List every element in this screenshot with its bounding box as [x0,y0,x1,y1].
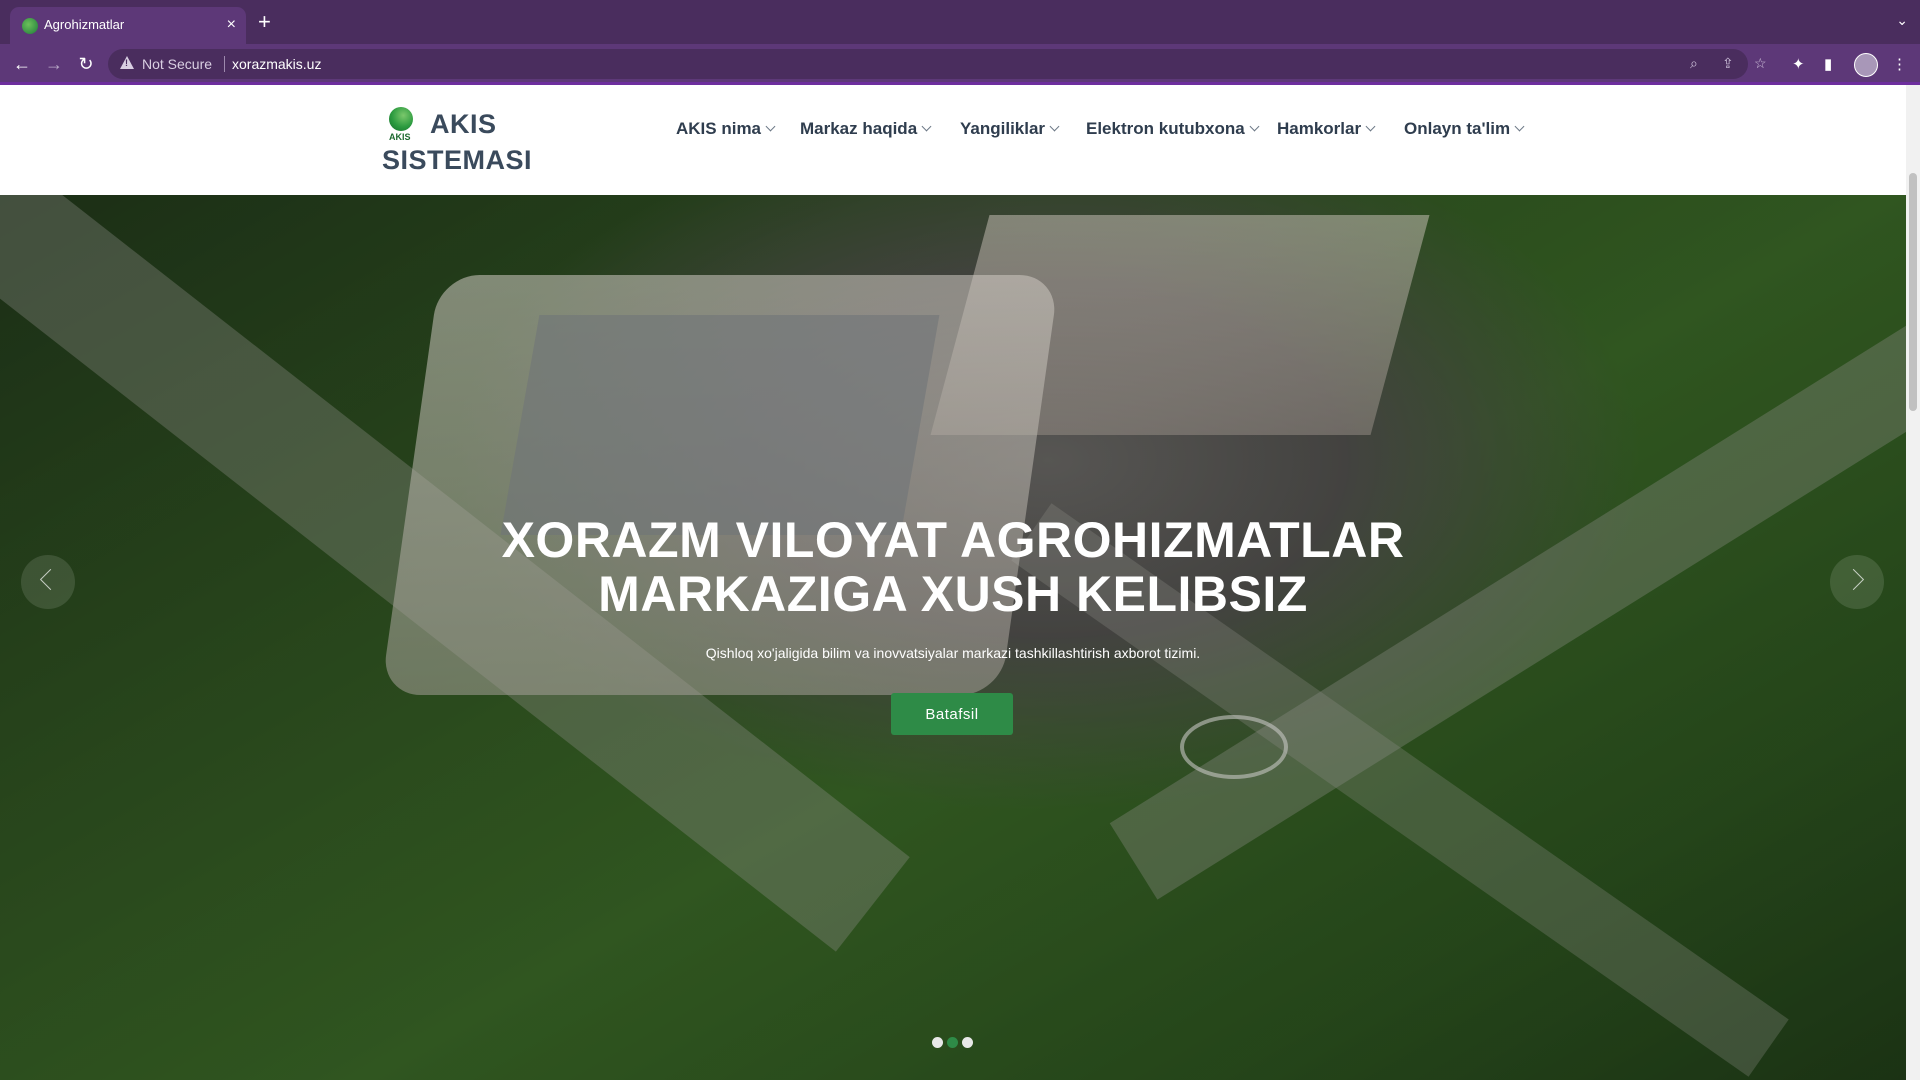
nav-item-hamkorlar[interactable]: Hamkorlar [1277,119,1376,139]
nav-item-label: AKIS nima [676,119,762,138]
bookmark-star-icon[interactable]: ☆ [1754,55,1767,72]
details-button[interactable]: Batafsil [891,693,1013,735]
logo-title-line2: SISTEMASI [382,145,533,175]
chevron-down-icon [1049,121,1060,132]
site-header: AKIS AKIS SISTEMASI AKIS nima Markaz haq… [0,85,1906,195]
share-icon[interactable]: ⇪ [1722,55,1734,72]
browser-tab-bar: Agrohizmatlar × + ⌄ [0,0,1920,44]
url-text[interactable]: xorazmakis.uz [232,56,321,72]
warning-icon [120,56,134,69]
hero-title: XORAZM VILOYAT AGROHIZMATLAR MARKAZIGA X… [0,513,1906,621]
reload-icon[interactable]: ↻ [74,52,98,76]
extensions-icon[interactable]: ✦ [1792,55,1805,73]
site-logo[interactable]: AKIS AKIS SISTEMASI [382,105,542,175]
new-tab-button[interactable]: + [258,11,271,33]
nav-item-label: Elektron kutubxona [1086,119,1245,138]
close-tab-icon[interactable]: × [227,15,236,35]
nav-item-label: Onlayn ta'lim [1404,119,1511,138]
hero-title-line2: MARKAZIGA XUSH KELIBSIZ [598,566,1308,622]
hero-subtitle: Qishloq xo'jaligida bilim va inovvatsiya… [705,645,1201,661]
back-arrow-icon[interactable]: ← [10,52,34,76]
address-bar[interactable]: Not Secure xorazmakis.uz ⌕ ⇪ ☆ [108,49,1767,79]
tab-title: Agrohizmatlar [44,17,125,32]
zoom-icon[interactable]: ⌕ [1690,55,1698,72]
nav-item-markaz-haqida[interactable]: Markaz haqida [800,119,932,139]
chevron-left-icon [39,568,62,591]
nav-item-label: Hamkorlar [1277,119,1362,138]
hero-slider: XORAZM VILOYAT AGROHIZMATLAR MARKAZIGA X… [0,195,1906,1080]
nav-item-akis-nima[interactable]: AKIS nima [676,119,776,139]
site-favicon-icon [22,18,38,34]
slider-dot-1[interactable] [932,1037,943,1048]
nav-item-label: Markaz haqida [800,119,918,138]
page-scrollbar[interactable] [1906,85,1920,1080]
chevron-down-icon[interactable]: ⌄ [1896,12,1908,29]
logo-leaf-shape [389,107,413,131]
forward-arrow-icon[interactable]: → [42,52,66,76]
browser-tab[interactable]: Agrohizmatlar × [10,7,246,44]
browser-toolbar: ← → ↻ Not Secure xorazmakis.uz ⌕ ⇪ ☆ ✦ ▮… [0,44,1920,84]
chevron-down-icon [1365,121,1376,132]
chevron-down-icon [921,121,932,132]
nav-item-label: Yangiliklar [960,119,1046,138]
side-panel-icon[interactable]: ▮ [1824,55,1832,73]
slider-prev-arrow-icon[interactable] [21,555,75,609]
hero-title-line1: XORAZM VILOYAT AGROHIZMATLAR [501,512,1405,568]
chevron-right-icon [1842,568,1865,591]
web-page: AKIS AKIS SISTEMASI AKIS nima Markaz haq… [0,85,1906,1080]
slider-dot-3[interactable] [962,1037,973,1048]
logo-leaf-icon: AKIS [386,105,416,145]
divider [224,56,225,72]
security-status[interactable]: Not Secure [142,56,212,72]
logo-title-line1: AKIS [430,109,497,139]
profile-avatar[interactable] [1854,53,1878,77]
chevron-down-icon [1249,121,1260,132]
chevron-down-icon [1514,121,1525,132]
logo-small-text: AKIS [389,132,411,142]
browser-menu-icon[interactable]: ⋮ [1892,55,1907,73]
hero-background-roof [500,315,940,535]
nav-item-yangiliklar[interactable]: Yangiliklar [960,119,1060,139]
slider-next-arrow-icon[interactable] [1830,555,1884,609]
scrollbar-thumb[interactable] [1909,173,1917,411]
nav-item-onlayn-talim[interactable]: Onlayn ta'lim [1404,119,1525,139]
nav-item-elektron-kutubxona[interactable]: Elektron kutubxona [1086,119,1260,139]
slider-dot-2[interactable] [947,1037,958,1048]
hero-background-fountain [1180,715,1288,779]
chevron-down-icon [765,121,776,132]
